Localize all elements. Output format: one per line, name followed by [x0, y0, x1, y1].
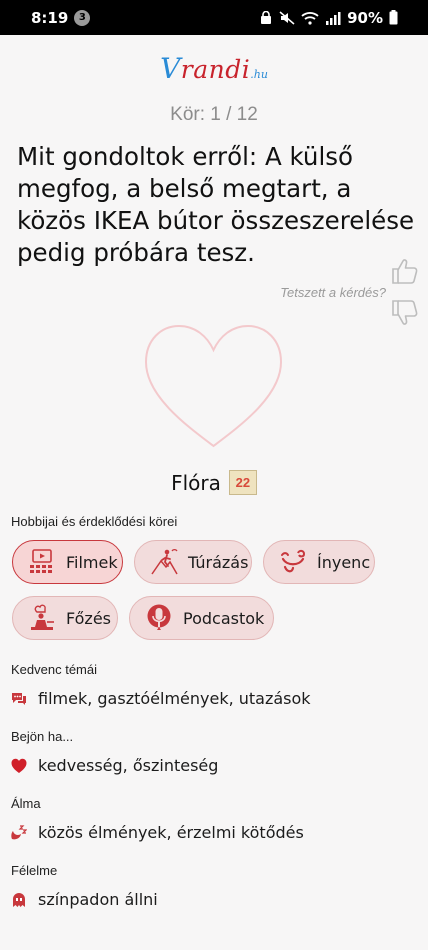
- cinema-icon: [30, 549, 52, 573]
- feedback-prompt: Tetszett a kérdés?: [280, 285, 386, 300]
- heart-icon: [11, 758, 27, 773]
- logo-v: V: [160, 52, 181, 85]
- favorite-topics-value: filmek, gasztóélmények, utazások: [38, 689, 311, 708]
- dream-value: közös élmények, érzelmi kötődés: [38, 823, 304, 842]
- logo-suffix: .hu: [250, 68, 268, 81]
- hobby-label: Podcastok: [183, 608, 265, 628]
- chat-bubbles-icon: [12, 692, 26, 705]
- hobby-label: Filmek: [66, 552, 118, 572]
- hobby-chip-inyenc[interactable]: Ínyenc: [263, 540, 375, 584]
- hobby-chip-turazas[interactable]: Túrázás: [134, 540, 252, 584]
- mute-icon: [279, 10, 295, 25]
- favorite-topics-title: Kedvenc témái: [11, 662, 97, 677]
- podcast-icon: [147, 604, 171, 630]
- notification-count-badge: 3: [74, 9, 91, 26]
- attraction-row: kedvesség, őszinteség: [11, 756, 218, 775]
- signal-icon: [326, 11, 341, 25]
- favorite-topics-row: filmek, gasztóélmények, utazások: [11, 689, 311, 708]
- hobby-chip-filmek[interactable]: Filmek: [12, 540, 123, 584]
- status-bar: 8:19 3 90%: [0, 0, 428, 35]
- zodiac-badge: 22: [228, 470, 257, 495]
- app-logo[interactable]: Vrandi.hu: [0, 52, 428, 85]
- hobby-label: Főzés: [66, 608, 111, 628]
- question-text: Mit gondoltok erről: A külső megfog, a b…: [17, 142, 415, 267]
- profile-name: Flóra: [171, 470, 221, 495]
- fear-value: színpadon állni: [38, 890, 158, 909]
- battery-icon: [389, 10, 398, 25]
- thumbs-down-icon[interactable]: [390, 298, 420, 328]
- fear-title: Félelme: [11, 863, 58, 878]
- thumbs-up-icon[interactable]: [390, 256, 420, 286]
- cooking-icon: [31, 604, 54, 630]
- attraction-value: kedvesség, őszinteség: [38, 756, 219, 775]
- profile-name-row: Flóra 22: [0, 470, 428, 495]
- hiking-icon: [151, 549, 178, 575]
- fear-row: színpadon állni: [11, 890, 158, 909]
- dream-title: Álma: [11, 796, 41, 811]
- battery-percentage: 90%: [347, 8, 383, 27]
- wifi-icon: [301, 11, 319, 25]
- hobby-label: Ínyenc: [317, 552, 371, 572]
- hobby-chip-podcastok[interactable]: Podcastok: [129, 596, 274, 640]
- attraction-title: Bejön ha...: [11, 729, 74, 744]
- status-time: 8:19: [31, 8, 69, 27]
- gourmet-icon: [281, 549, 306, 573]
- round-counter: Kör: 1 / 12: [170, 104, 258, 125]
- hobby-chip-fozes[interactable]: Főzés: [12, 596, 118, 640]
- logo-text: randi: [180, 55, 251, 84]
- lock-icon: [261, 10, 272, 24]
- hobbies-title: Hobbijai és érdeklődési körei: [11, 514, 178, 529]
- heart-outline-graphic: [144, 324, 283, 448]
- dream-row: közös élmények, érzelmi kötődés: [11, 823, 304, 842]
- hobby-label: Túrázás: [188, 552, 249, 572]
- sleep-moon-icon: [11, 824, 27, 839]
- ghost-icon: [13, 892, 25, 907]
